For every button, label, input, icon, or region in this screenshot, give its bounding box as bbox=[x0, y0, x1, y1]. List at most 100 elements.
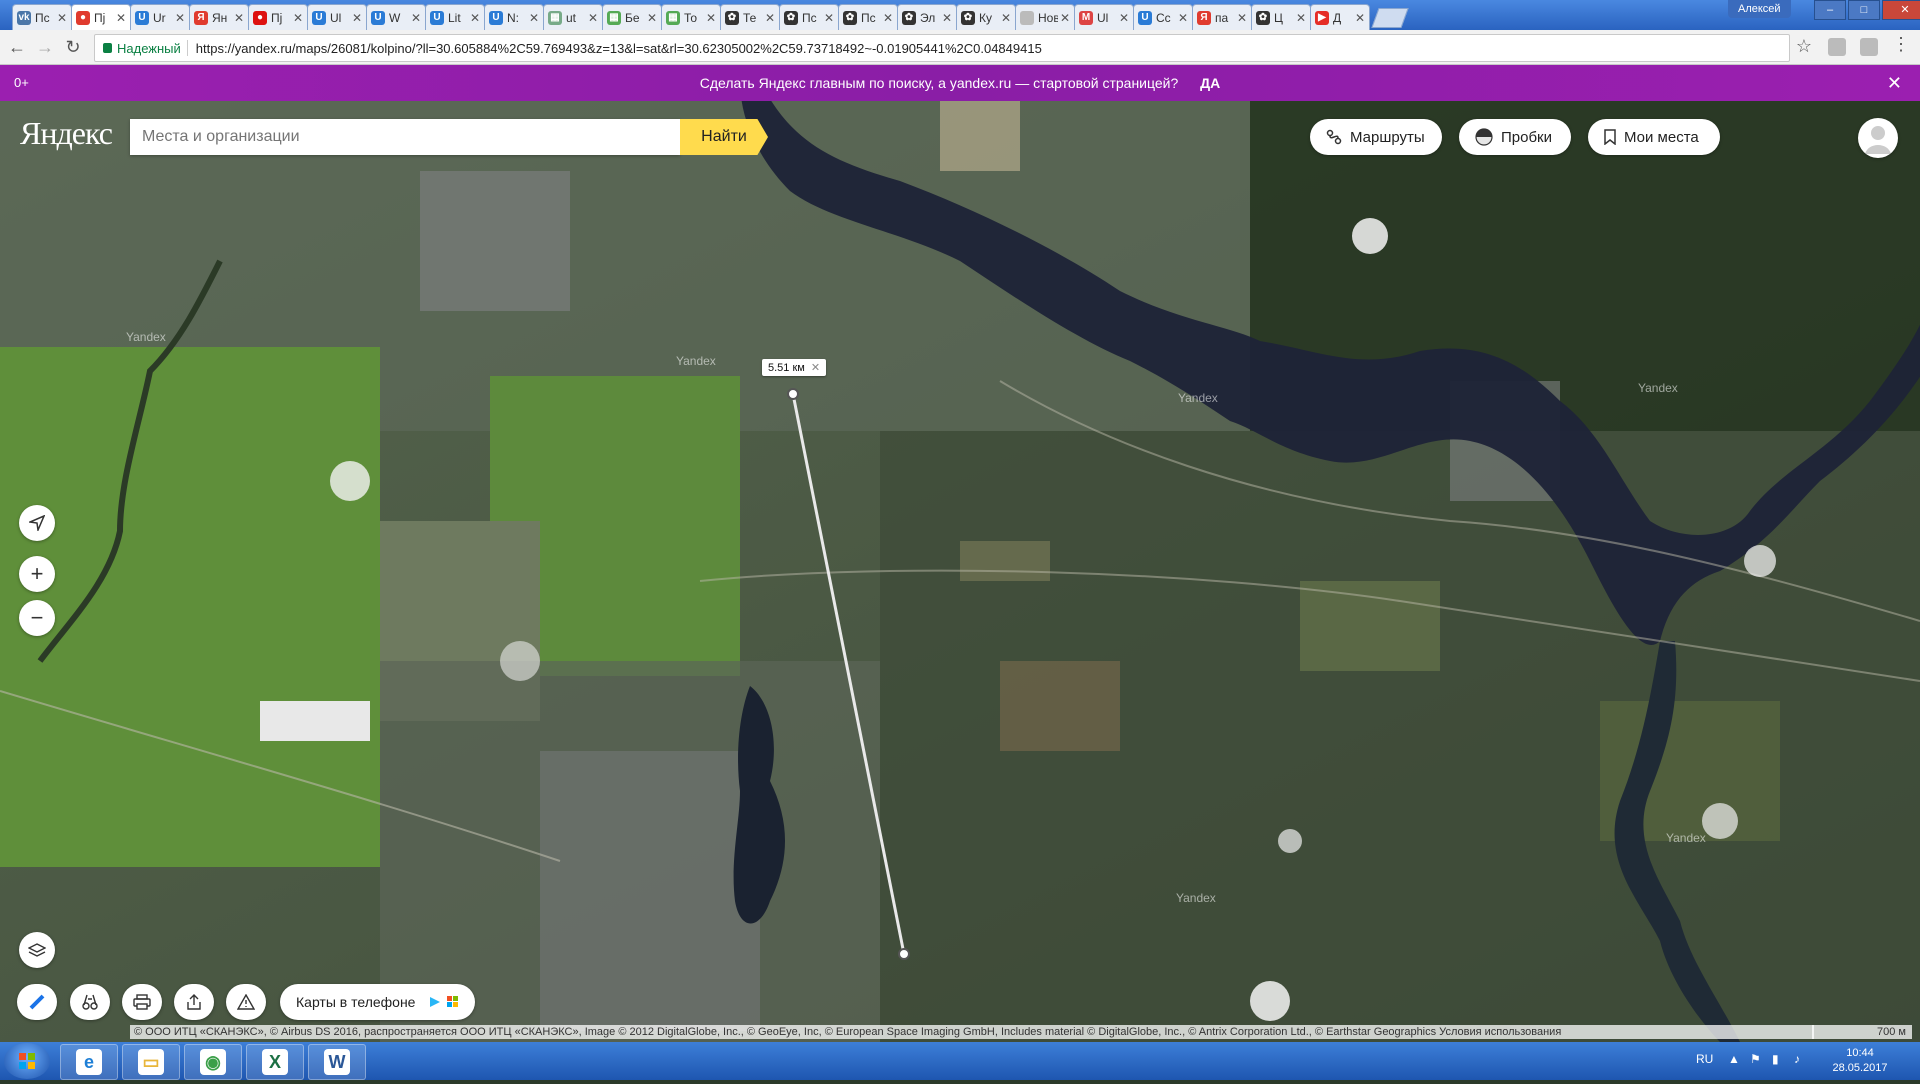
tab-close-icon[interactable]: ✕ bbox=[1237, 11, 1247, 25]
browser-tab[interactable]: U Lit ✕ bbox=[425, 4, 485, 30]
paw-icon: ✿ bbox=[961, 10, 975, 25]
taskbar-clock[interactable]: 10:44 28.05.2017 bbox=[1820, 1046, 1900, 1076]
browser-tab[interactable]: ▦ То ✕ bbox=[661, 4, 721, 30]
reload-button[interactable]: ↻ bbox=[62, 36, 84, 58]
minimize-button[interactable]: – bbox=[1814, 0, 1846, 20]
ruler-start-point[interactable] bbox=[787, 388, 799, 400]
my-places-button[interactable]: Мои места bbox=[1588, 119, 1720, 155]
tab-close-icon[interactable]: ✕ bbox=[1355, 11, 1365, 25]
tab-close-icon[interactable]: ✕ bbox=[470, 11, 480, 25]
tab-close-icon[interactable]: ✕ bbox=[942, 11, 952, 25]
browser-tab[interactable]: ● Пј ✕ bbox=[71, 4, 131, 30]
mobile-apps-button[interactable]: Карты в телефоне bbox=[280, 984, 476, 1020]
forward-button[interactable]: → bbox=[34, 36, 56, 58]
address-bar[interactable]: Надежный https://yandex.ru/maps/26081/ko… bbox=[94, 34, 1790, 62]
tray-expand-icon[interactable]: ▲ bbox=[1728, 1052, 1740, 1066]
report-error-button[interactable] bbox=[226, 984, 266, 1020]
url-text[interactable]: https://yandex.ru/maps/26081/kolpino/?ll… bbox=[196, 41, 1042, 56]
zoom-out-button[interactable]: − bbox=[19, 600, 55, 636]
browser-tab[interactable]: U Ul ✕ bbox=[307, 4, 367, 30]
browser-tab[interactable]: ▶ Д ✕ bbox=[1310, 4, 1370, 30]
taskbar-app-excel[interactable]: X bbox=[246, 1044, 304, 1080]
tab-close-icon[interactable]: ✕ bbox=[293, 11, 303, 25]
browser-tab[interactable]: ✿ Пс ✕ bbox=[779, 4, 839, 30]
satellite-map[interactable] bbox=[0, 101, 1920, 1042]
browser-tab[interactable]: Я Ян ✕ bbox=[189, 4, 249, 30]
browser-tab[interactable]: ▦ ut ✕ bbox=[543, 4, 603, 30]
extension-icon[interactable] bbox=[1828, 38, 1846, 56]
browser-tab[interactable]: ✿ Пс ✕ bbox=[838, 4, 898, 30]
browser-tab[interactable]: ✿ Эл ✕ bbox=[897, 4, 957, 30]
ruler-button[interactable] bbox=[17, 984, 57, 1020]
secure-indicator[interactable]: Надежный bbox=[95, 41, 187, 56]
yandex-logo[interactable]: Яндекс bbox=[20, 115, 113, 152]
browser-tab[interactable]: ✿ Те ✕ bbox=[720, 4, 780, 30]
tab-close-icon[interactable]: ✕ bbox=[529, 11, 539, 25]
tab-close-icon[interactable]: ✕ bbox=[1178, 11, 1188, 25]
tab-close-icon[interactable]: ✕ bbox=[706, 11, 716, 25]
browser-tab[interactable]: ● Пј ✕ bbox=[248, 4, 308, 30]
browser-tab[interactable]: U N: ✕ bbox=[484, 4, 544, 30]
taskbar-app-ie[interactable]: e bbox=[60, 1044, 118, 1080]
traffic-button[interactable]: Пробки bbox=[1459, 119, 1571, 155]
browser-tab[interactable]: U Сс ✕ bbox=[1133, 4, 1193, 30]
my-places-label: Мои места bbox=[1624, 128, 1699, 146]
network-icon[interactable]: ▮ bbox=[1772, 1052, 1779, 1066]
browser-tab[interactable]: Япа ✕ bbox=[1192, 4, 1252, 30]
language-indicator[interactable]: RU bbox=[1696, 1052, 1713, 1066]
taskbar-app-chrome[interactable]: ◉ bbox=[184, 1044, 242, 1080]
tab-close-icon[interactable]: ✕ bbox=[175, 11, 185, 25]
tab-close-icon[interactable]: ✕ bbox=[116, 11, 126, 25]
tab-close-icon[interactable]: ✕ bbox=[352, 11, 362, 25]
maximize-button[interactable]: □ bbox=[1848, 0, 1880, 20]
search-input[interactable] bbox=[130, 119, 674, 155]
print-button[interactable] bbox=[122, 984, 162, 1020]
browser-tab[interactable]: ▦ Бе ✕ bbox=[602, 4, 662, 30]
tab-close-icon[interactable]: ✕ bbox=[824, 11, 834, 25]
tab-close-icon[interactable]: ✕ bbox=[1296, 11, 1306, 25]
tab-close-icon[interactable]: ✕ bbox=[1060, 11, 1070, 25]
tab-close-icon[interactable]: ✕ bbox=[1119, 11, 1129, 25]
tab-close-icon[interactable]: ✕ bbox=[234, 11, 244, 25]
bookmark-star-icon[interactable]: ☆ bbox=[1796, 36, 1812, 57]
user-avatar[interactable] bbox=[1858, 118, 1898, 158]
browser-tab[interactable]: ✿ Ку ✕ bbox=[956, 4, 1016, 30]
browser-user-chip[interactable]: Алексей bbox=[1728, 0, 1791, 18]
zoom-in-button[interactable]: + bbox=[19, 556, 55, 592]
tab-close-icon[interactable]: ✕ bbox=[588, 11, 598, 25]
promo-yes-button[interactable]: ДА bbox=[1200, 75, 1220, 91]
tab-close-icon[interactable]: ✕ bbox=[411, 11, 421, 25]
promo-close-icon[interactable]: ✕ bbox=[1887, 73, 1902, 94]
routes-button[interactable]: Маршруты bbox=[1310, 119, 1442, 155]
back-button[interactable]: ← bbox=[6, 36, 28, 58]
panorama-button[interactable] bbox=[70, 984, 110, 1020]
ruler-end-point[interactable] bbox=[898, 948, 910, 960]
browser-tab[interactable]: vk Пс ✕ bbox=[12, 4, 72, 30]
tab-close-icon[interactable]: ✕ bbox=[765, 11, 775, 25]
close-window-button[interactable]: ✕ bbox=[1882, 0, 1920, 20]
volume-icon[interactable]: ♪ bbox=[1794, 1052, 1800, 1066]
tab-close-icon[interactable]: ✕ bbox=[647, 11, 657, 25]
ruler-remove-icon[interactable]: ✕ bbox=[811, 362, 820, 374]
taskbar-app-word[interactable]: W bbox=[308, 1044, 366, 1080]
taskbar-app-explorer[interactable]: ▭ bbox=[122, 1044, 180, 1080]
browser-tab[interactable]: U Ur ✕ bbox=[130, 4, 190, 30]
browser-tab[interactable]: M Ul ✕ bbox=[1074, 4, 1134, 30]
share-button[interactable] bbox=[174, 984, 214, 1020]
promo-text: Сделать Яндекс главным по поиску, а yand… bbox=[699, 75, 1179, 91]
geolocation-button[interactable] bbox=[19, 505, 55, 541]
browser-tab[interactable]: Новая✕ bbox=[1015, 4, 1075, 30]
browser-tab[interactable]: U W ✕ bbox=[366, 4, 426, 30]
extension-icon[interactable] bbox=[1860, 38, 1878, 56]
find-button[interactable]: Найти bbox=[680, 119, 768, 155]
action-center-icon[interactable]: ⚑ bbox=[1750, 1052, 1761, 1066]
tab-close-icon[interactable]: ✕ bbox=[57, 11, 67, 25]
browser-menu-icon[interactable]: ⋮ bbox=[1892, 34, 1910, 55]
start-button[interactable] bbox=[4, 1043, 50, 1079]
tab-close-icon[interactable]: ✕ bbox=[883, 11, 893, 25]
paw-icon: ✿ bbox=[725, 10, 739, 25]
layers-button[interactable] bbox=[19, 932, 55, 968]
routes-icon bbox=[1326, 129, 1342, 145]
browser-tab[interactable]: ✿ Ц ✕ bbox=[1251, 4, 1311, 30]
tab-close-icon[interactable]: ✕ bbox=[1001, 11, 1011, 25]
